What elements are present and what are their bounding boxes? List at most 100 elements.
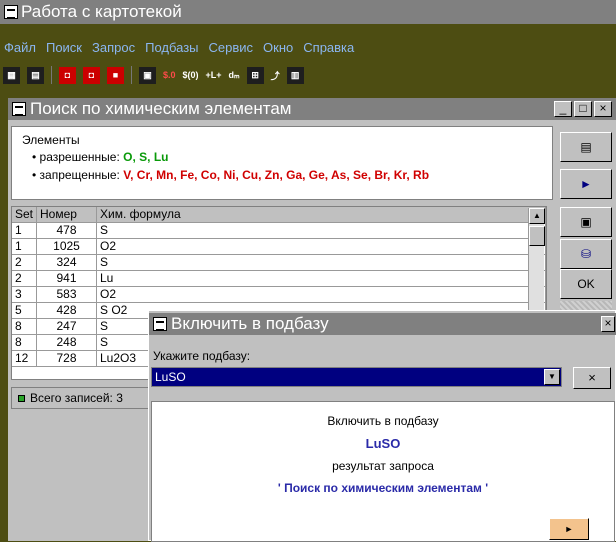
record-red-icon[interactable]: ◘ xyxy=(59,66,76,84)
cell-set: 2 xyxy=(12,271,37,286)
toolbar-separator xyxy=(131,66,132,84)
cell-set: 1 xyxy=(12,239,37,254)
search-window-titlebar: Поиск по химическим элементам _ □ × xyxy=(8,98,616,120)
toolbar: ▦ ▤ ◘ ◘ ■ ▣ $.0 $(0) +L+ dₘ ⊞ ⤴ ▥ xyxy=(0,64,616,86)
include-subbase-dialog: Включить в подбазу × Укажите подбазу: Lu… xyxy=(148,310,616,542)
message-query-name: ' Поиск по химическим элементам ' xyxy=(277,481,489,495)
cell-number: 324 xyxy=(37,255,97,270)
cell-number: 728 xyxy=(37,351,97,366)
menu-query[interactable]: Запрос xyxy=(92,40,135,55)
ok-button[interactable]: OK xyxy=(560,269,612,299)
forbidden-elements: V, Cr, Mn, Fe, Co, Ni, Cu, Zn, Ga, Ge, A… xyxy=(123,168,430,182)
dialog-titlebar: Включить в подбазу × xyxy=(149,313,616,335)
maximize-button[interactable]: □ xyxy=(574,101,592,117)
cell-number: 248 xyxy=(37,335,97,350)
header-number[interactable]: Номер xyxy=(37,207,97,222)
table-header: Set Номер Хим. формула xyxy=(12,207,546,223)
cell-number: 1025 xyxy=(37,239,97,254)
subbase-prompt: Укажите подбазу: xyxy=(153,349,251,363)
document-icon[interactable]: ▣ xyxy=(139,66,156,84)
chevron-down-icon[interactable]: ▼ xyxy=(544,369,560,385)
cell-formula: S xyxy=(97,255,546,270)
cell-number: 247 xyxy=(37,319,97,334)
menu-file[interactable]: Файл xyxy=(4,40,36,55)
elements-panel: Элементы • разрешенные: O, S, Lu • запре… xyxy=(11,126,553,200)
cell-formula: S xyxy=(97,223,546,238)
allowed-row: • разрешенные: O, S, Lu xyxy=(32,150,552,164)
cell-number: 583 xyxy=(37,287,97,302)
square-red-icon[interactable]: ■ xyxy=(107,66,124,84)
header-set[interactable]: Set xyxy=(12,207,37,222)
forbidden-row: • запрещенные: V, Cr, Mn, Fe, Co, Ni, Cu… xyxy=(32,168,552,182)
table-icon[interactable]: ▤ xyxy=(27,66,44,84)
cube-icon[interactable]: ⊞ xyxy=(246,66,264,84)
properties-button[interactable]: ▤ xyxy=(560,132,612,162)
subbase-select-value: LuSO xyxy=(155,370,186,384)
table-row[interactable]: 1 1025 O2 xyxy=(12,239,546,255)
dialog-close-button[interactable]: × xyxy=(601,316,615,332)
search-window-title: Поиск по химическим элементам xyxy=(30,99,292,118)
cell-set: 12 xyxy=(12,351,37,366)
dollar-point-button[interactable]: $.0 xyxy=(163,67,176,84)
card-file-icon xyxy=(4,5,18,19)
database-icon: ⛁ xyxy=(580,247,592,261)
record-count: Всего записей: 3 xyxy=(30,391,123,405)
floppy-disk-icon: ▣ xyxy=(580,215,592,229)
scroll-up-icon[interactable]: ▲ xyxy=(529,208,545,224)
table-row[interactable]: 2 941 Lu xyxy=(12,271,546,287)
save-button[interactable]: ▣ xyxy=(560,207,612,237)
plus-l-button[interactable]: +L+ xyxy=(206,67,222,84)
menu-service[interactable]: Сервис xyxy=(209,40,254,55)
card-file-icon xyxy=(153,317,167,331)
app-titlebar: Работа с картотекой xyxy=(0,0,616,24)
cell-formula: O2 xyxy=(97,239,546,254)
execute-button[interactable]: ► xyxy=(549,518,589,540)
chart-arrow-icon[interactable]: ⤴ xyxy=(271,67,280,84)
table-row[interactable]: 2 324 S xyxy=(12,255,546,271)
cell-set: 3 xyxy=(12,287,37,302)
toolbar-separator xyxy=(51,66,52,84)
cell-number: 941 xyxy=(37,271,97,286)
cell-number: 478 xyxy=(37,223,97,238)
allowed-label: • разрешенные: xyxy=(32,150,120,164)
forbidden-label: • запрещенные: xyxy=(32,168,120,182)
next-button[interactable]: ► xyxy=(560,169,612,199)
cell-set: 8 xyxy=(12,319,37,334)
app-title: Работа с картотекой xyxy=(21,2,182,21)
database-button[interactable]: ⛁ xyxy=(560,239,612,269)
menu-subbases[interactable]: Подбазы xyxy=(145,40,198,55)
scroll-thumb[interactable] xyxy=(529,226,545,246)
subbase-select[interactable]: LuSO ▼ xyxy=(151,367,562,387)
cell-set: 8 xyxy=(12,335,37,350)
cell-set: 5 xyxy=(12,303,37,318)
allowed-elements: O, S, Lu xyxy=(123,150,169,164)
header-formula[interactable]: Хим. формула xyxy=(97,207,546,222)
minimize-button[interactable]: _ xyxy=(554,101,572,117)
clear-subbase-button[interactable]: × xyxy=(573,367,611,389)
dm-button[interactable]: dₘ xyxy=(229,67,240,84)
table-row[interactable]: 3 583 O2 xyxy=(12,287,546,303)
record-red-alt-icon[interactable]: ◘ xyxy=(83,66,100,84)
properties-icon: ▤ xyxy=(580,140,592,154)
menu-help[interactable]: Справка xyxy=(303,40,354,55)
dialog-message: Включить в подбазу LuSO результат запрос… xyxy=(151,401,615,542)
grid-icon[interactable]: ▦ xyxy=(3,66,20,84)
dialog-title: Включить в подбазу xyxy=(171,314,329,333)
table-row[interactable]: 1 478 S xyxy=(12,223,546,239)
message-subbase: LuSO xyxy=(365,436,401,451)
status-indicator-icon xyxy=(18,394,25,402)
message-line2: результат запроса xyxy=(332,459,434,473)
cell-formula: O2 xyxy=(97,287,546,302)
elements-title: Элементы xyxy=(22,133,80,147)
dollar-zero-button[interactable]: $(0) xyxy=(183,67,199,84)
menu-search[interactable]: Поиск xyxy=(46,40,82,55)
menu-window[interactable]: Окно xyxy=(263,40,293,55)
cell-set: 1 xyxy=(12,223,37,238)
card-file-icon xyxy=(12,102,26,116)
cell-set: 2 xyxy=(12,255,37,270)
cell-formula: Lu xyxy=(97,271,546,286)
message-line1: Включить в подбазу xyxy=(327,414,439,428)
close-button[interactable]: × xyxy=(594,101,612,117)
cell-number: 428 xyxy=(37,303,97,318)
spreadsheet-icon[interactable]: ▥ xyxy=(286,66,304,84)
